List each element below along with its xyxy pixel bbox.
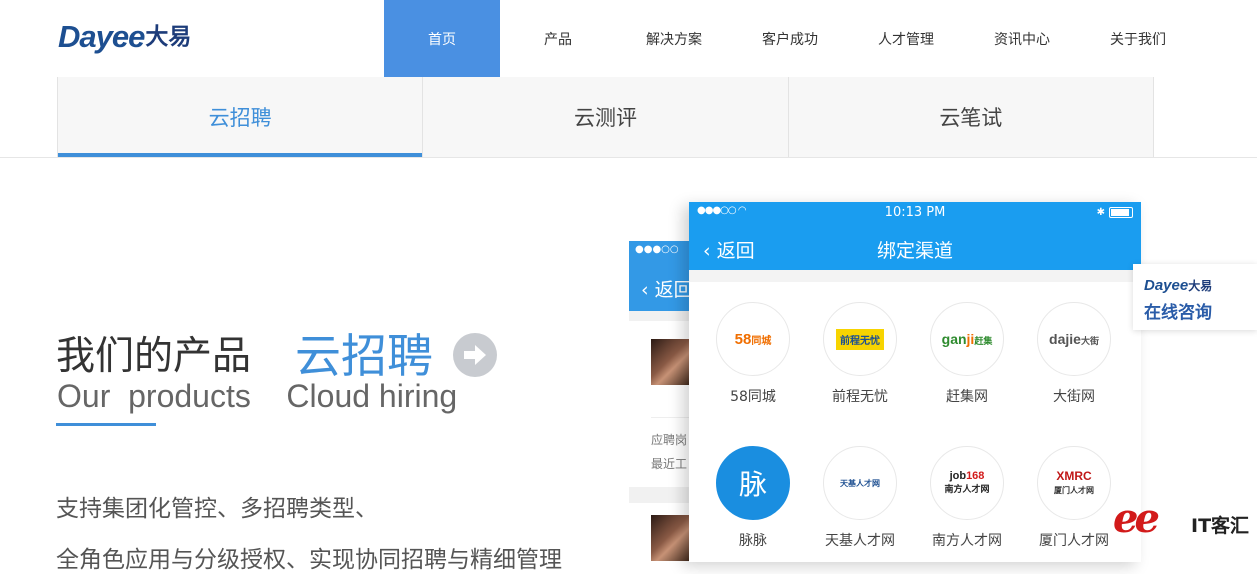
dayee-logo[interactable]: Dayee 大易	[58, 18, 191, 52]
tianji-logo: 天基人才网	[823, 446, 897, 520]
channel-label: 58同城	[730, 389, 776, 405]
watermark-mark: ee	[1113, 495, 1160, 542]
nav-about[interactable]: 关于我们	[1080, 0, 1196, 77]
avatar	[651, 339, 691, 385]
channel-grid: 58同城 58同城 前程无忧 前程无忧 ganji赶集 赶集网 dajie大街 …	[689, 282, 1141, 562]
nav-news[interactable]: 资讯中心	[964, 0, 1080, 77]
phone-header: ●●●○○ ◠ 10:13 PM ✱ ‹ 返回 绑定渠道	[689, 202, 1141, 270]
hero-underline	[56, 423, 156, 426]
consult-logo: Dayee大易	[1144, 277, 1213, 294]
channel-tianji[interactable]: 天基人才网 天基人才网	[815, 446, 905, 550]
hero-description-line2: 全角色应用与分级授权、实现协同招聘与精细管理	[56, 547, 562, 573]
phone-mockup-front: ●●●○○ ◠ 10:13 PM ✱ ‹ 返回 绑定渠道 58同城 58同城 前…	[689, 202, 1141, 562]
screen-title: 绑定渠道	[876, 240, 953, 262]
58tongcheng-logo: 58同城	[716, 302, 790, 376]
channel-dajie[interactable]: dajie大街 大街网	[1029, 302, 1119, 406]
channel-label: 赶集网	[946, 389, 988, 405]
maimai-logo: 脉	[716, 446, 790, 520]
candidate-meta-line1: 应聘岗	[651, 433, 688, 447]
tab-cloud-hiring[interactable]: 云招聘	[57, 77, 424, 157]
main-nav: 首页 产品 解决方案 客户成功 人才管理 资讯中心 关于我们	[384, 0, 1196, 77]
nav-solutions[interactable]: 解决方案	[616, 0, 732, 77]
arrow-right-button[interactable]	[453, 333, 498, 377]
online-consult-button[interactable]: Dayee大易 在线咨询	[1133, 264, 1257, 330]
channel-label: 厦门人才网	[1039, 533, 1109, 549]
arrow-right-icon	[464, 345, 487, 365]
tab-cloud-assessment[interactable]: 云测评	[423, 77, 789, 157]
channel-label: 前程无忧	[832, 389, 888, 405]
channel-ganji[interactable]: ganji赶集 赶集网	[922, 302, 1012, 406]
avatar	[651, 515, 691, 561]
nav-home[interactable]: 首页	[384, 0, 500, 77]
channel-maimai[interactable]: 脉 脉脉	[708, 446, 798, 550]
ganji-logo: ganji赶集	[930, 302, 1004, 376]
channel-xmrc[interactable]: XMRC 厦门人才网 厦门人才网	[1029, 446, 1119, 550]
hero-title-cn: 我们的产品	[56, 334, 252, 379]
consult-label: 在线咨询	[1144, 303, 1212, 323]
job168-logo: job168 南方人才网	[930, 446, 1004, 520]
channel-58tongcheng[interactable]: 58同城 58同城	[708, 302, 798, 406]
dajie-logo: dajie大街	[1037, 302, 1111, 376]
itkehui-watermark: ee IT客汇	[1113, 495, 1253, 545]
channel-51job[interactable]: 前程无忧 前程无忧	[815, 302, 905, 406]
hero-subtitle-en: Our products Cloud hiring	[57, 378, 458, 414]
channel-job168[interactable]: job168 南方人才网 南方人才网	[922, 446, 1012, 550]
phone-back-back-link: ‹ 返回	[641, 279, 693, 301]
logo-latin: Dayee	[58, 19, 145, 54]
channel-label: 天基人才网	[825, 533, 895, 549]
channel-label: 大街网	[1053, 389, 1095, 405]
candidate-meta-line2: 最近工	[651, 457, 688, 471]
channel-label: 脉脉	[739, 533, 767, 549]
watermark-text: IT客汇	[1191, 515, 1250, 537]
logo-cn: 大易	[145, 24, 192, 50]
channel-label: 南方人才网	[932, 533, 1002, 549]
xmrc-logo: XMRC 厦门人才网	[1037, 446, 1111, 520]
hero-product-name: 云招聘	[295, 329, 434, 383]
hero-title: 我们的产品 云招聘	[56, 320, 498, 386]
nav-customer-success[interactable]: 客户成功	[732, 0, 848, 77]
product-tab-bar: 云招聘 云测评 云笔试	[0, 77, 1257, 158]
nav-talent-management[interactable]: 人才管理	[848, 0, 964, 77]
battery-icon: ✱	[1097, 207, 1133, 218]
51job-logo: 前程无忧	[823, 302, 897, 376]
hero-description-line1: 支持集团化管控、多招聘类型、	[56, 496, 378, 522]
tab-cloud-written-test[interactable]: 云笔试	[789, 77, 1154, 157]
nav-products[interactable]: 产品	[500, 0, 616, 77]
status-time: 10:13 PM	[884, 205, 946, 220]
signal-icon: ●●●○○	[635, 244, 679, 255]
